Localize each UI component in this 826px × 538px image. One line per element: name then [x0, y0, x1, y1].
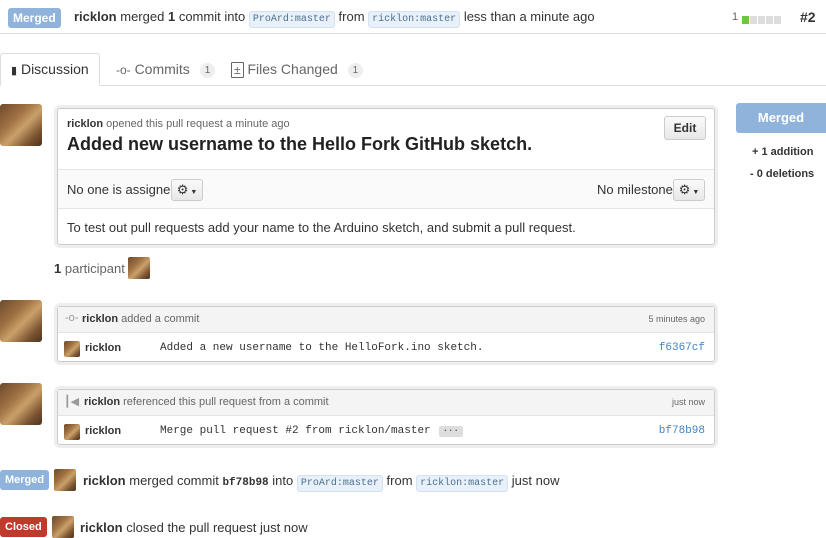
close-event-avatar[interactable]: [52, 516, 74, 538]
pr-meta-row: No one is assigned ⚙ ▼ No milestone ⚙ ▼: [58, 169, 714, 209]
closed-state-badge: Closed: [0, 517, 47, 537]
tab-files-changed[interactable]: ± Files Changed 1: [231, 53, 364, 86]
ref-event-action: referenced this pull request from a comm…: [123, 396, 329, 408]
ref-author-avatar[interactable]: [64, 424, 80, 440]
participant-avatar[interactable]: [128, 257, 150, 279]
participant-label: participant: [64, 261, 125, 276]
header-summary: ricklon merged 1 commit into ProArd:mast…: [74, 9, 595, 28]
additions-text: + 1 addition: [752, 146, 814, 158]
pr-opened-text: opened this pull request a minute ago: [106, 118, 290, 130]
header-base-ref[interactable]: ProArd:master: [248, 11, 335, 28]
commit-icon: -o-: [116, 63, 131, 77]
ref-event-box: ┃◀ ricklon referenced this pull request …: [57, 389, 715, 445]
tab-files-changed-count: 1: [347, 62, 364, 78]
sidebar-merged-button[interactable]: Merged: [736, 103, 826, 133]
close-event-text: ricklon closed the pull request just now: [80, 520, 308, 535]
participants: 1 participant: [54, 261, 125, 276]
assignee-gear-button[interactable]: ⚙ ▼: [171, 179, 203, 201]
cross-reference-icon: ┃◀: [64, 396, 80, 408]
merge-event-text: ricklon merged commit bf78b98 into ProAr…: [83, 473, 560, 492]
ref-commit-message: Merge pull request #2 from ricklon/maste…: [160, 425, 463, 437]
commit-event-header: -o- ricklon added a commit 5 minutes ago: [58, 307, 714, 333]
caret-down-icon: ▼: [188, 189, 198, 196]
ref-event-time: just now: [671, 397, 705, 407]
commit-author-link[interactable]: ricklon: [85, 342, 121, 354]
commit-event-user[interactable]: ricklon: [82, 313, 118, 325]
close-event-action: closed the pull request just now: [126, 520, 308, 535]
ref-event-avatar[interactable]: [0, 383, 42, 425]
header-time: less than a minute ago: [463, 9, 595, 24]
header-merged-text: merged: [120, 9, 165, 24]
merged-state-badge: Merged: [8, 8, 61, 28]
merge-event-from: from: [386, 473, 413, 488]
expand-message-button[interactable]: ···: [438, 426, 463, 437]
merge-event-sha[interactable]: bf78b98: [222, 477, 268, 489]
pr-number: #2: [800, 9, 816, 25]
discussion-icon: ▮: [11, 65, 18, 77]
commit-event-action: added a commit: [121, 313, 200, 325]
diff-icon: ±: [231, 62, 244, 78]
commit-event-box: -o- ricklon added a commit 5 minutes ago…: [57, 306, 715, 362]
merge-event-head-ref[interactable]: ricklon:master: [416, 475, 509, 492]
commit-event-time: 5 minutes ago: [648, 314, 705, 324]
merge-event-badge: Merged: [0, 470, 50, 490]
tab-discussion[interactable]: ▮ Discussion: [0, 53, 100, 86]
pr-body: To test out pull requests add your name …: [67, 220, 576, 235]
merge-event-base-ref[interactable]: ProArd:master: [296, 475, 383, 492]
pr-meta: ricklon opened this pull request a minut…: [67, 118, 290, 130]
merge-event-time: just now: [511, 473, 560, 488]
header-user-link[interactable]: ricklon: [74, 9, 117, 24]
header-commit-count: 1: [167, 9, 176, 24]
close-event-user[interactable]: ricklon: [80, 520, 123, 535]
diffstat-count: 1: [732, 11, 739, 23]
commit-message[interactable]: Added a new username to the HelloFork.in…: [160, 342, 483, 354]
ref-event-user[interactable]: ricklon: [84, 396, 120, 408]
diffstat-bar: [742, 12, 782, 24]
merge-event-into: into: [272, 473, 294, 488]
commit-author-avatar[interactable]: [64, 341, 80, 357]
commit-event-icon: -o-: [65, 312, 79, 324]
assignee-text: No one is assigned: [67, 182, 178, 197]
header-head-ref[interactable]: ricklon:master: [368, 11, 461, 28]
tab-files-changed-label: Files Changed: [247, 61, 338, 77]
ref-sha-link[interactable]: bf78b98: [659, 425, 705, 437]
merge-event-avatar[interactable]: [54, 469, 76, 491]
header-from-text: from: [338, 9, 365, 24]
deletions-text: - 0 deletions: [750, 168, 815, 180]
tab-commits-count: 1: [199, 62, 216, 78]
ref-author-link[interactable]: ricklon: [85, 425, 121, 437]
edit-button[interactable]: Edit: [664, 116, 706, 140]
milestone-text: No milestone: [597, 182, 673, 197]
merge-event-action: merged commit: [129, 473, 219, 488]
participant-count: 1: [54, 261, 62, 276]
merge-event-user[interactable]: ricklon: [83, 473, 126, 488]
pr-title: Added new username to the Hello Fork Git…: [67, 134, 533, 154]
caret-down-icon: ▼: [690, 189, 700, 196]
tab-discussion-label: Discussion: [20, 61, 89, 77]
pr-header: Merged ricklon merged 1 commit into ProA…: [0, 0, 826, 34]
tab-commits[interactable]: -o- Commits 1: [116, 53, 216, 86]
commit-sha-link[interactable]: f6367cf: [659, 342, 705, 354]
tab-commits-label: Commits: [134, 61, 190, 77]
milestone-gear-button[interactable]: ⚙ ▼: [673, 179, 705, 201]
gear-icon: ⚙: [678, 182, 691, 197]
pr-author-link[interactable]: ricklon: [67, 118, 103, 130]
author-avatar[interactable]: [0, 104, 42, 146]
ref-event-header: ┃◀ ricklon referenced this pull request …: [58, 390, 714, 416]
commit-event-avatar[interactable]: [0, 300, 42, 342]
ref-commit-message-text[interactable]: Merge pull request #2 from ricklon/maste…: [160, 425, 431, 437]
gear-icon: ⚙: [176, 182, 189, 197]
pr-description-box: ricklon opened this pull request a minut…: [57, 108, 715, 245]
header-commit-suffix: commit into: [178, 9, 246, 24]
